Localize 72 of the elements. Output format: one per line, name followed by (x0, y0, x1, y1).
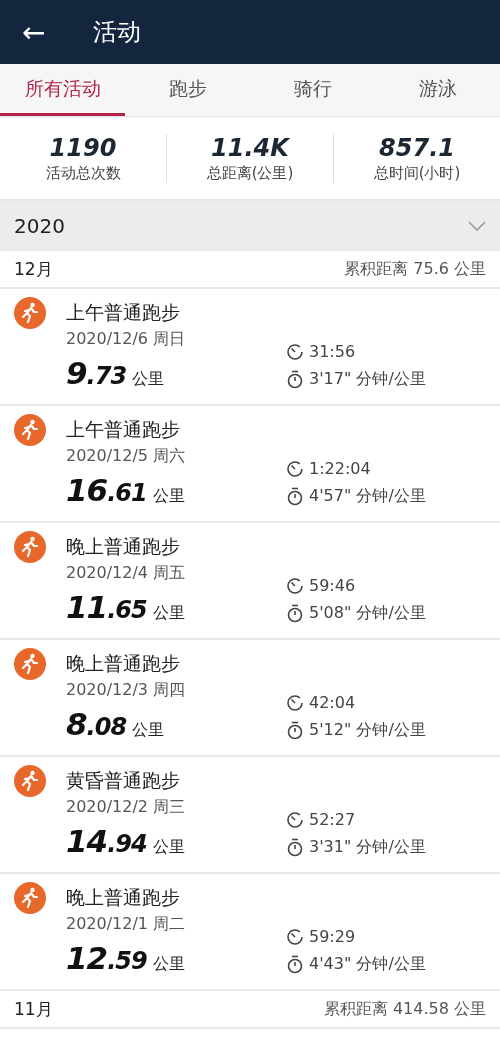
timer-icon (286, 927, 304, 946)
tab[interactable]: 跑步 (125, 64, 250, 116)
distance-value: 11.65 (66, 589, 147, 625)
stopwatch-icon (286, 487, 304, 506)
distance-value: 12.59 (66, 940, 147, 976)
stat-value: 11.4K (211, 133, 289, 162)
activity-date: 2020/12/2 周三 (66, 797, 187, 818)
page-title: 活动 (93, 17, 142, 48)
runner-icon (14, 297, 46, 329)
duration: 59:46 (309, 576, 356, 595)
timer-icon (286, 459, 304, 478)
stopwatch-icon (286, 370, 304, 389)
distance-value: 16.61 (66, 472, 147, 508)
month-label: 12月 (14, 257, 53, 281)
month-total: 累积距离 414.58 公里 (323, 998, 486, 1020)
duration: 31:56 (309, 342, 356, 361)
tab[interactable]: 骑行 (250, 64, 375, 116)
stopwatch-icon (286, 604, 304, 623)
distance-unit: 公里 (152, 954, 185, 975)
timer-icon (286, 576, 304, 595)
activity-title: 晚上普通跑步 (66, 534, 181, 559)
activity-date: 2020/12/4 周五 (66, 563, 187, 584)
stat-label: 活动总次数 (45, 163, 121, 183)
runner-icon (14, 531, 46, 563)
back-button[interactable]: ← (22, 15, 46, 49)
tab[interactable]: 所有活动 (0, 64, 125, 116)
runner-icon (14, 882, 46, 914)
activity-title: 晚上普通跑步 (66, 651, 181, 676)
distance-unit: 公里 (152, 603, 185, 624)
month-label: 11月 (14, 997, 53, 1021)
stat-value: 857.1 (379, 133, 455, 162)
timer-icon (286, 810, 304, 829)
pace: 3'31" 分钟/公里 (309, 837, 426, 858)
month-total: 累积距离 75.6 公里 (344, 258, 486, 280)
runner-icon (14, 765, 46, 797)
duration: 52:27 (309, 810, 356, 829)
activity-title: 晚上普通跑步 (66, 885, 181, 910)
duration: 59:29 (309, 927, 356, 946)
distance-value: 9.73 (66, 355, 127, 391)
distance-unit: 公里 (132, 720, 165, 741)
year-header[interactable]: 2020 (0, 201, 500, 251)
duration: 1:22:04 (309, 459, 371, 478)
timer-icon (286, 342, 304, 361)
distance-value: 14.94 (66, 823, 147, 859)
duration: 42:04 (309, 693, 356, 712)
tab[interactable]: 游泳 (375, 64, 500, 116)
stopwatch-icon (286, 838, 304, 857)
activity-date: 2020/12/3 周四 (66, 680, 187, 701)
pace: 4'57" 分钟/公里 (309, 486, 426, 507)
stopwatch-icon (286, 721, 304, 740)
activity-title: 黄昏普通跑步 (66, 768, 181, 793)
year-label: 2020 (14, 214, 65, 238)
timer-icon (286, 693, 304, 712)
stat-label: 总距离(公里) (206, 163, 294, 183)
runner-icon (14, 648, 46, 680)
pace: 3'17" 分钟/公里 (309, 369, 426, 390)
pace: 4'43" 分钟/公里 (309, 954, 426, 975)
pace: 5'12" 分钟/公里 (309, 720, 426, 741)
stopwatch-icon (286, 955, 304, 974)
activity-date: 2020/12/6 周日 (66, 329, 187, 350)
distance-unit: 公里 (132, 369, 165, 390)
activity-date: 2020/12/1 周二 (66, 914, 187, 935)
activity-date: 2020/12/5 周六 (66, 446, 187, 467)
distance-value: 8.08 (66, 706, 127, 742)
stat-value: 1190 (49, 133, 117, 162)
runner-icon (14, 414, 46, 446)
distance-unit: 公里 (152, 486, 185, 507)
stat-label: 总时间(小时) (373, 163, 461, 183)
activity-title: 上午普通跑步 (66, 417, 181, 442)
activity-title: 上午普通跑步 (66, 300, 181, 325)
pace: 5'08" 分钟/公里 (309, 603, 426, 624)
distance-unit: 公里 (152, 837, 185, 858)
